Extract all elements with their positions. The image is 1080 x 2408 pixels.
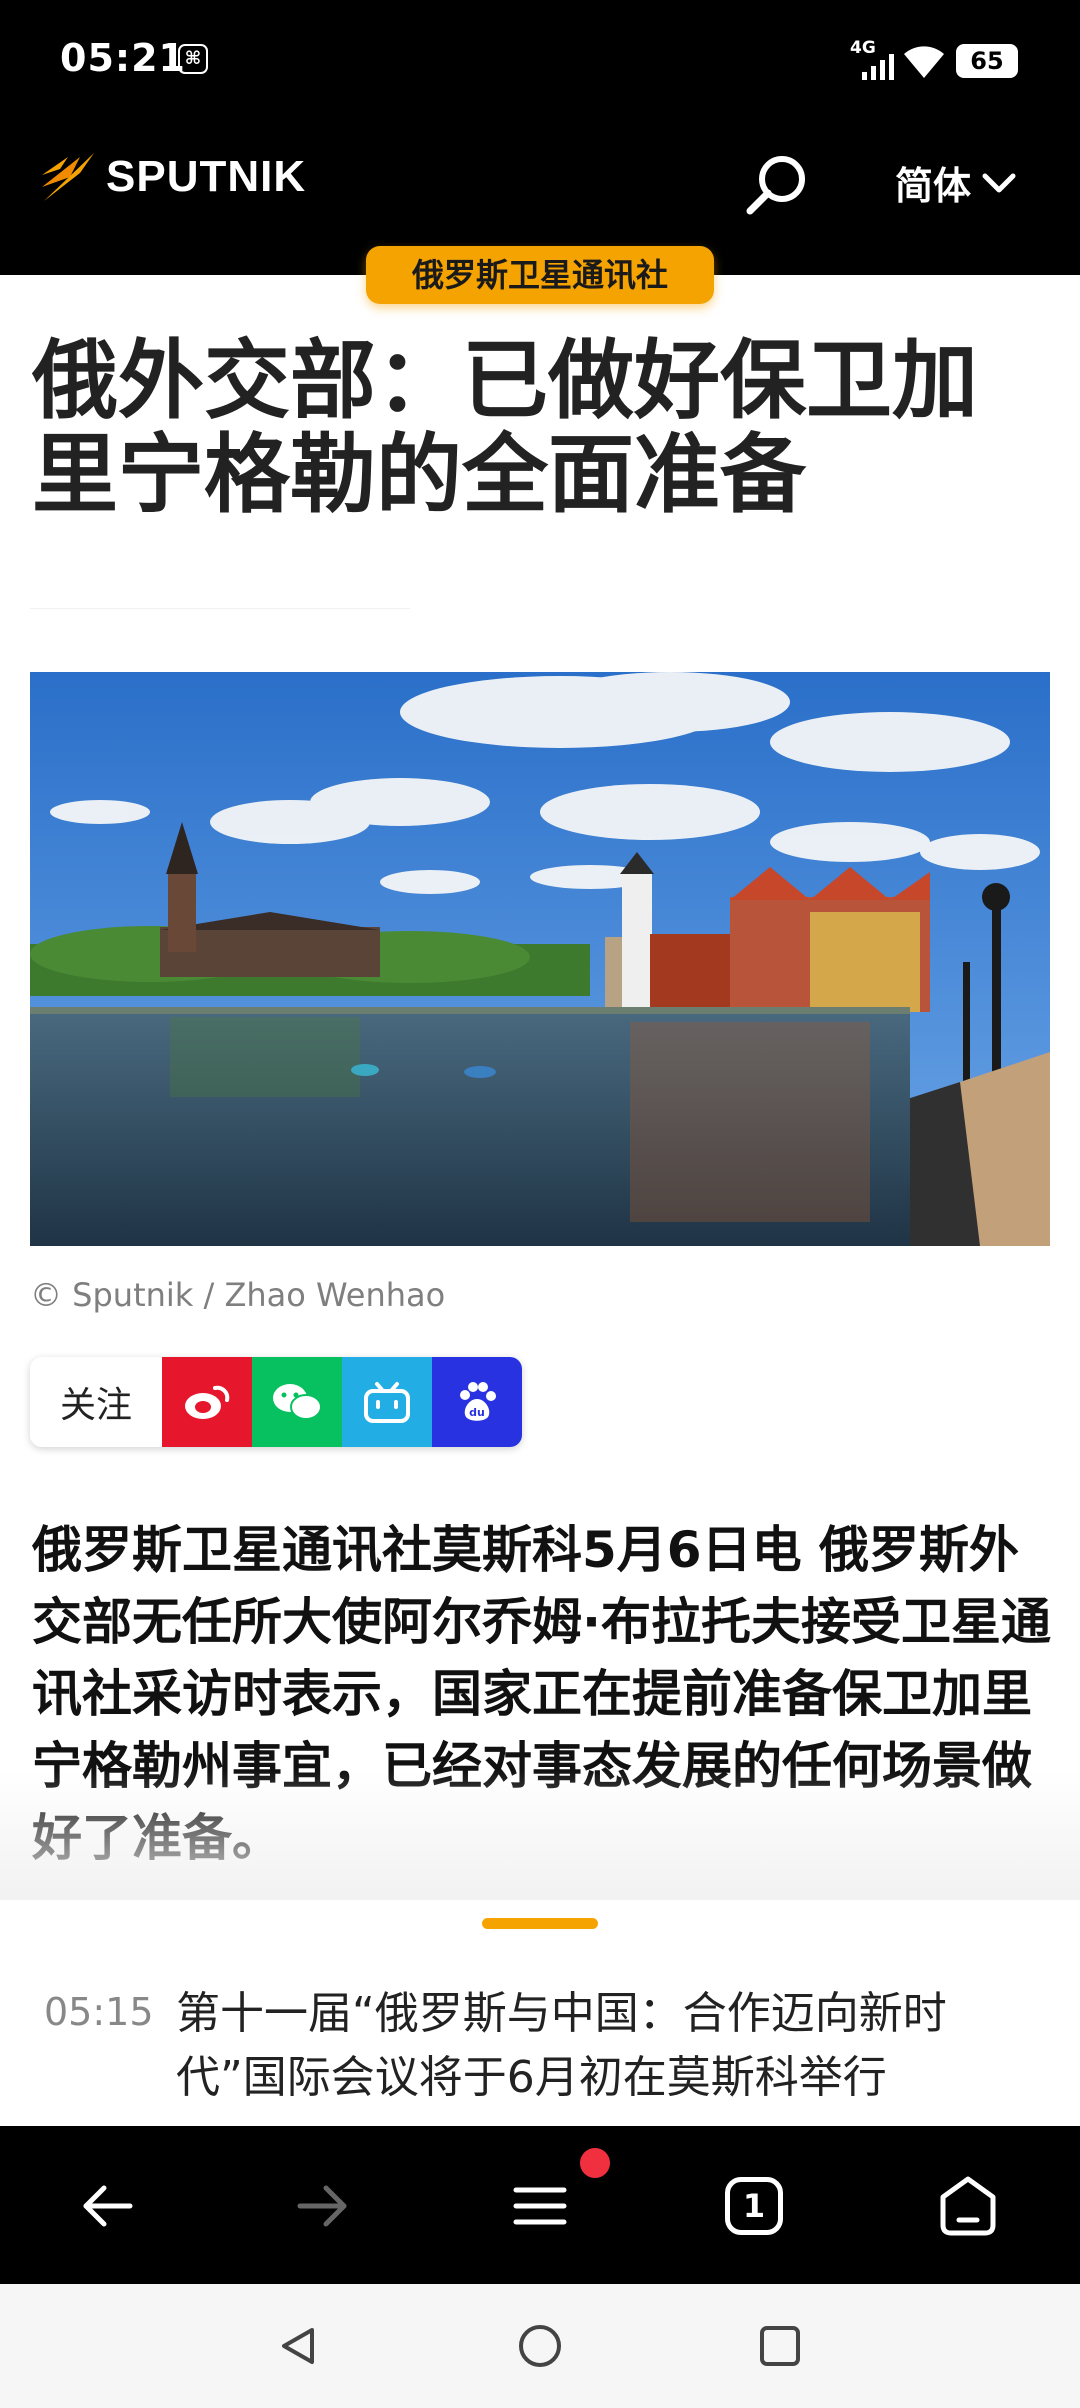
arrow-left-icon [83, 2185, 133, 2227]
photo-credit: © Sputnik / Zhao Wenhao [30, 1276, 446, 1314]
back-button[interactable] [70, 2168, 146, 2244]
article-title: 俄外交部：已做好保卫加里宁格勒的全面准备 [32, 331, 978, 525]
notification-dot [580, 2148, 610, 2178]
status-time: 05:21 [60, 36, 186, 80]
content-fade [0, 1770, 1080, 1900]
wechat-button[interactable] [252, 1357, 342, 1447]
bilibili-button[interactable] [342, 1357, 432, 1447]
section-badge[interactable]: 俄罗斯卫星通讯社 [366, 246, 714, 304]
system-recents-button[interactable] [752, 2318, 808, 2374]
chevron-down-icon [982, 173, 1016, 192]
screen-record-icon: ⌘ [178, 44, 208, 74]
square-recents-icon [760, 2326, 800, 2366]
signal-icon [862, 54, 894, 80]
triangle-back-icon [282, 2328, 314, 2364]
language-selector[interactable]: 简体 [895, 155, 1019, 210]
circle-home-icon [519, 2325, 561, 2367]
logo-text: SPUTNIK [106, 152, 307, 201]
divider [30, 608, 410, 609]
language-label: 简体 [895, 164, 972, 208]
svg-text:du: du [469, 1406, 485, 1419]
search-button[interactable] [742, 151, 812, 221]
forward-button[interactable] [284, 2168, 360, 2244]
system-home-button[interactable] [512, 2318, 568, 2374]
article-photo[interactable] [30, 672, 1050, 1246]
baidu-button[interactable]: du [432, 1357, 522, 1447]
system-navigation [0, 2284, 1080, 2408]
ticker-headline[interactable]: 第十一届“俄罗斯与中国：合作迈向新时代”国际会议将于6月初在莫斯科举行 [176, 1982, 1036, 2110]
baidu-icon: du [460, 1382, 496, 1421]
home-button[interactable] [930, 2168, 1006, 2244]
ticker-time: 05:15 [44, 1990, 154, 2034]
ticker-drag-handle[interactable] [482, 1918, 598, 1929]
wifi-icon [904, 46, 944, 78]
follow-bar: 关注 du [30, 1357, 522, 1447]
battery-icon: 65 [956, 44, 1018, 78]
system-back-button[interactable] [270, 2318, 326, 2374]
tabs-button[interactable]: 1 [716, 2168, 792, 2244]
status-bar: 05:21 ⌘ 4G 65 [0, 0, 1080, 125]
bilibili-icon [364, 1382, 410, 1423]
weibo-button[interactable] [162, 1357, 252, 1447]
browser-toolbar: 1 [0, 2126, 1080, 2284]
arrow-right-icon [297, 2185, 347, 2227]
weibo-icon [185, 1385, 230, 1419]
home-icon [940, 2176, 996, 2236]
news-ticker[interactable]: 05:15 第十一届“俄罗斯与中国：合作迈向新时代”国际会议将于6月初在莫斯科举… [0, 1902, 1080, 2126]
menu-icon [513, 2187, 567, 2225]
kaliningrad-riverside-image [30, 672, 1050, 1246]
wechat-icon [273, 1384, 322, 1420]
sputnik-mark-icon [42, 153, 94, 201]
tab-count: 1 [725, 2177, 783, 2235]
follow-label: 关注 [30, 1357, 162, 1447]
menu-button[interactable] [502, 2168, 578, 2244]
search-icon [746, 156, 805, 215]
sputnik-logo[interactable]: SPUTNIK [40, 151, 306, 203]
